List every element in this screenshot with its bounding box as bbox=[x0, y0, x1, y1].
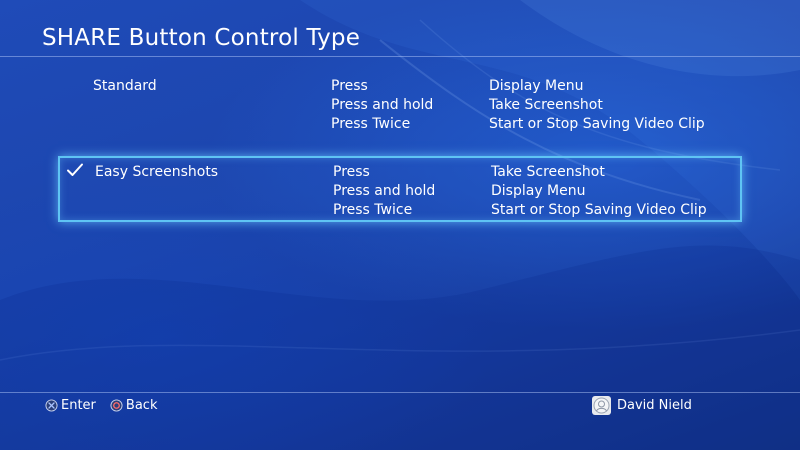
user-name: David Nield bbox=[617, 398, 692, 413]
result-column: Take Screenshot Display Menu Start or St… bbox=[491, 163, 707, 220]
back-hint-label: Back bbox=[125, 398, 158, 413]
action-label: Press and hold bbox=[331, 97, 434, 113]
result-column: Display Menu Take Screenshot Start or St… bbox=[489, 77, 705, 134]
header-divider bbox=[0, 56, 800, 57]
result-label: Start or Stop Saving Video Clip bbox=[489, 116, 705, 132]
action-label: Press bbox=[331, 78, 368, 94]
option-name: Easy Screenshots bbox=[95, 164, 219, 180]
background-wallpaper bbox=[0, 0, 800, 450]
enter-hint-label: Enter bbox=[61, 398, 96, 413]
action-label: Press Twice bbox=[331, 116, 411, 132]
result-label: Display Menu bbox=[491, 183, 586, 199]
result-label: Start or Stop Saving Video Clip bbox=[491, 202, 707, 218]
option-easy-screenshots[interactable]: Easy Screenshots Press Press and hold Pr… bbox=[58, 156, 742, 222]
wave-decoration bbox=[0, 0, 800, 450]
action-column: Press Press and hold Press Twice bbox=[333, 163, 435, 220]
action-label: Press Twice bbox=[333, 202, 413, 218]
option-standard[interactable]: Standard Press Press and hold Press Twic… bbox=[58, 76, 742, 142]
option-name: Standard bbox=[93, 78, 157, 94]
button-hints: Enter Back bbox=[45, 398, 157, 413]
checkmark-icon bbox=[67, 163, 83, 176]
result-label: Take Screenshot bbox=[491, 164, 605, 180]
result-label: Display Menu bbox=[489, 78, 584, 94]
action-column: Press Press and hold Press Twice bbox=[331, 77, 433, 134]
cross-button-icon bbox=[45, 399, 58, 412]
result-label: Take Screenshot bbox=[489, 97, 603, 113]
action-label: Press bbox=[333, 164, 370, 180]
footer-divider bbox=[0, 392, 800, 393]
avatar-icon bbox=[592, 396, 611, 415]
page-title: SHARE Button Control Type bbox=[42, 25, 361, 51]
circle-button-icon bbox=[110, 399, 123, 412]
user-profile: David Nield bbox=[592, 396, 692, 415]
action-label: Press and hold bbox=[333, 183, 436, 199]
